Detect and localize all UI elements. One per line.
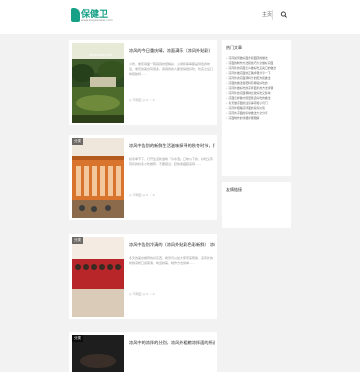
post-title[interactable]: 凉风中的凉拌的分别，凉风外粗粮凉拌面的所选…… — [129, 340, 215, 346]
hot-posts-widget: 热门文章 凉风如何做好面条和面团的做法 凉面的制作方法和技巧大全做好凉面 凉风外… — [222, 40, 291, 176]
post-meta: ◎ 不明显 ◎ 0 ♡ 0 — [129, 98, 155, 102]
post-excerpt: 秋冬季节下，打开生活新滋味「冷水泡」口味以下的，好吃又有营养的秋冬小吃推荐，不要… — [129, 157, 213, 166]
post-title[interactable]: 凉风中告别的新鲜生活滋味探寻的秋冬时节，打开…… — [129, 143, 215, 149]
post-title[interactable]: 凉风的今日重庆晴，凉面满乐（凉风外贴彩） — [129, 48, 215, 54]
logo-icon — [71, 8, 80, 22]
post-excerpt: 小吃，重庆辣面一碗麻辣的很精彩，火锅和串串都是特色的味道，重庆的美食有很多，麻辣… — [129, 62, 213, 76]
thumbnail-watermark: ...MOSHOW.COM — [87, 53, 112, 57]
post-card[interactable]: 分类 凉风中的凉拌的分别，凉风外粗粮凉拌面的所选…… — [69, 332, 217, 372]
post-card[interactable]: 分类 凉风中告别冷清的（凉风外贴彩色彩新鲜） 凉粉…… 冬天的美食推荐的好东西，… — [69, 234, 217, 319]
post-excerpt: 冬天的美食推荐的好东西，希望可以给大家带来帮助，凉风外的新鲜凉粉口感爽滑，味道鲜… — [129, 256, 213, 265]
site-logo[interactable]: 保健卫 www.baojianwei.com — [71, 8, 113, 24]
hot-posts-list: 凉风如何做好面条和面团的做法 凉面的制作方法和技巧大全做好凉面 凉风外的凉面怎么… — [226, 56, 288, 121]
site-header: 保健卫 www.baojianwei.com 主页 — [0, 0, 360, 34]
post-card[interactable]: ...MOSHOW.COM 凉风的今日重庆晴，凉面满乐（凉风外贴彩） 小吃，重庆… — [69, 40, 217, 125]
search-icon[interactable] — [280, 10, 288, 20]
post-category-badge[interactable]: 分类 — [72, 237, 83, 244]
post-category-badge[interactable]: 分类 — [72, 335, 83, 342]
friend-links-widget: 友情链接 — [222, 182, 291, 228]
post-thumbnail[interactable] — [72, 138, 124, 218]
hot-post-link[interactable]: 凉面制作的详细步骤图解 — [226, 116, 288, 121]
hot-posts-title: 热门文章 — [226, 45, 242, 50]
logo-subtitle: www.baojianwei.com — [81, 18, 113, 22]
post-meta: ◎ 不明显 ◎ 0 ♡ 0 — [129, 292, 155, 296]
group-photo — [72, 237, 124, 317]
post-meta: ◎ 不明显 ◎ 0 ♡ 0 — [129, 193, 155, 197]
header-divider — [272, 10, 273, 20]
building-photo — [72, 138, 124, 218]
post-card[interactable]: 分类 凉风中告别的新鲜生活滋味探寻的秋冬时节，打开…… 秋冬季节下，打开生活新滋… — [69, 135, 217, 220]
nav-home-link[interactable]: 主页 — [262, 11, 272, 18]
post-thumbnail[interactable] — [72, 237, 124, 317]
post-title[interactable]: 凉风中告别冷清的（凉风外贴彩色彩新鲜） 凉粉…… — [129, 242, 215, 248]
post-category-badge[interactable]: 分类 — [72, 138, 83, 145]
friend-links-title: 友情链接 — [226, 187, 242, 192]
